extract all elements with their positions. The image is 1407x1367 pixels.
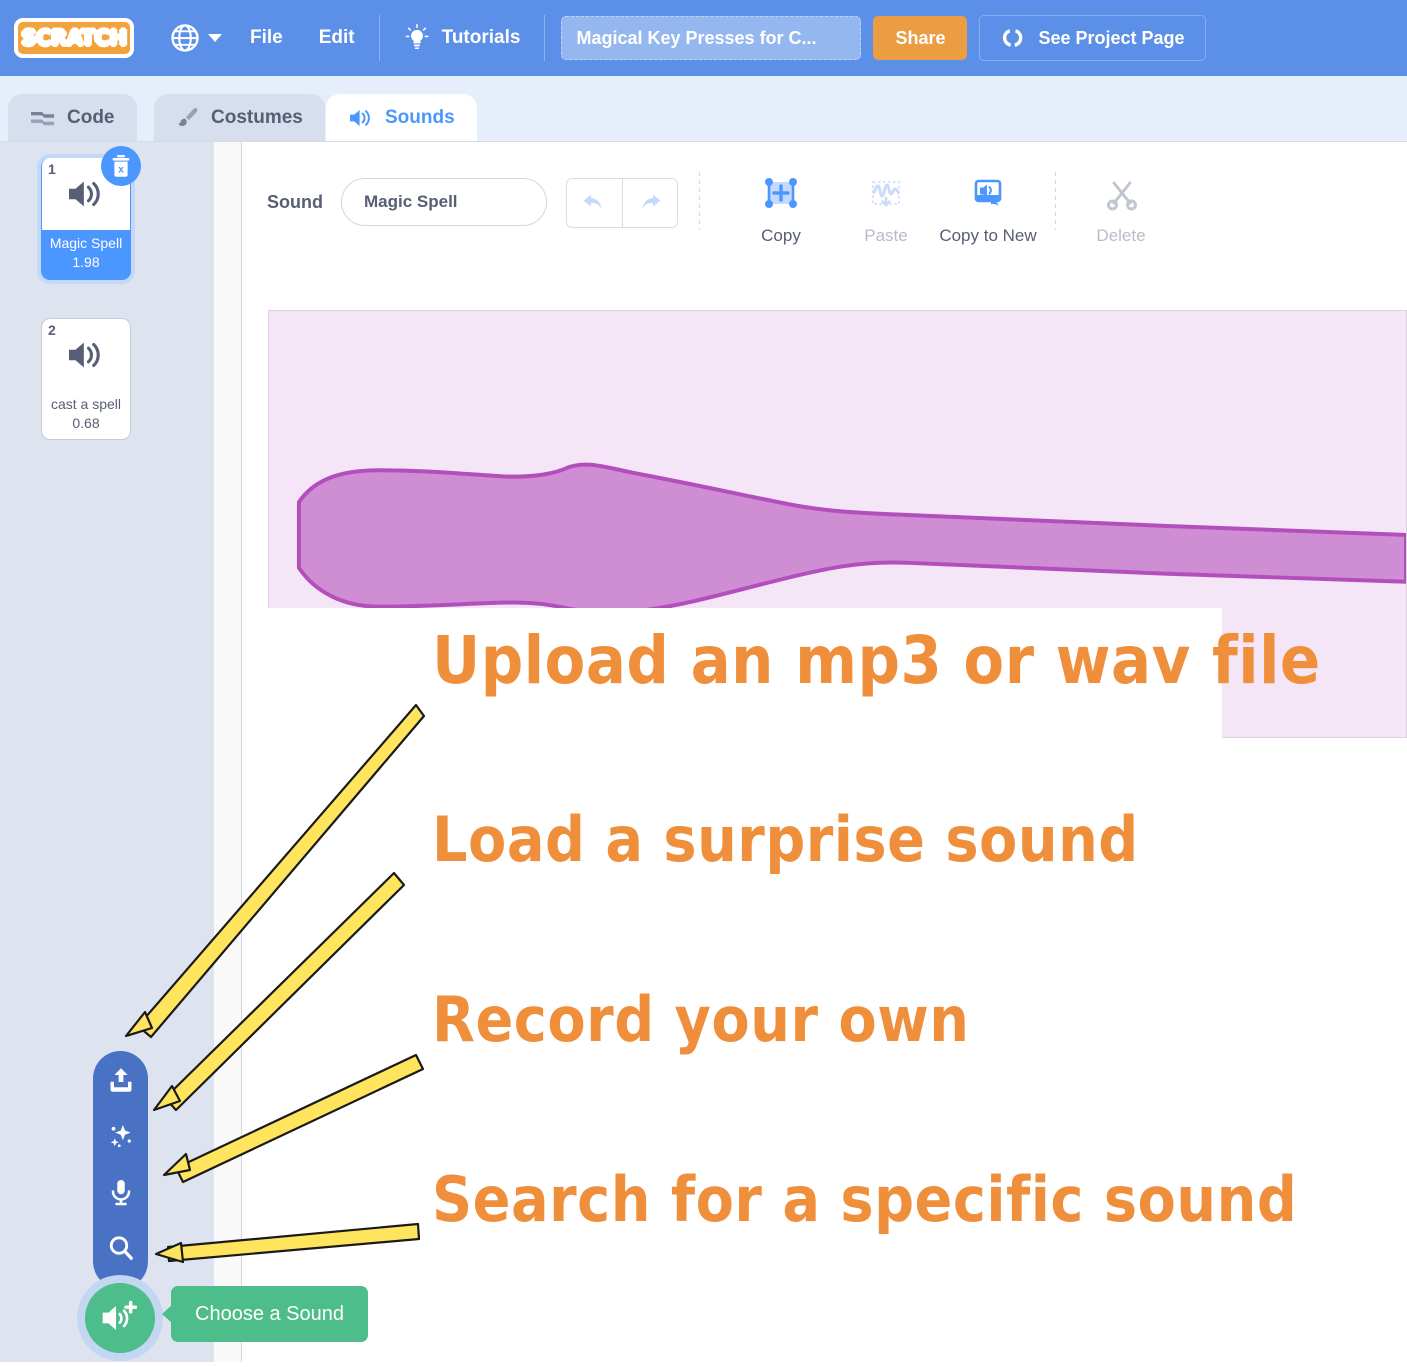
tutorials-label: Tutorials — [442, 27, 521, 49]
delete-label: Delete — [1096, 226, 1145, 246]
speaker-icon — [348, 107, 374, 129]
lightbulb-icon — [404, 23, 430, 53]
copy-to-new-icon — [967, 166, 1009, 222]
tab-code[interactable]: Code — [8, 94, 137, 142]
tab-costumes-label: Costumes — [211, 107, 303, 129]
project-title-field[interactable]: Magical Key Presses for C... — [561, 16, 861, 60]
sound-duration: 1.98 — [72, 253, 99, 272]
speaker-plus-icon — [100, 1300, 140, 1336]
chevron-down-icon — [208, 34, 222, 42]
menu-item-file[interactable]: File — [232, 0, 301, 76]
tab-costumes[interactable]: Costumes — [154, 94, 325, 142]
scratch-logo[interactable]: SCRATCH — [14, 18, 134, 58]
tab-sounds-label: Sounds — [385, 107, 455, 129]
language-menu[interactable] — [156, 0, 232, 76]
undo-button[interactable] — [567, 179, 622, 227]
globe-icon — [170, 23, 200, 53]
selector-scrollbar[interactable] — [214, 142, 242, 1362]
copy-to-new-button[interactable]: Copy to New — [928, 166, 1048, 246]
speaker-icon — [62, 338, 110, 372]
scratch-logo-text: SCRATCH — [21, 26, 126, 50]
choose-a-sound-tooltip[interactable]: Choose a Sound — [171, 1286, 368, 1342]
see-project-page-button[interactable]: See Project Page — [979, 15, 1205, 61]
sound-list-item-2[interactable]: 2 cast a spell 0.68 — [41, 318, 131, 440]
copy-selection-icon — [760, 166, 802, 222]
folder-arrow-icon — [1000, 26, 1024, 50]
copy-label: Copy — [761, 226, 801, 246]
undo-redo-group — [566, 178, 678, 228]
microphone-icon — [106, 1177, 136, 1207]
svg-text:x: x — [118, 164, 124, 175]
tab-code-label: Code — [67, 107, 115, 129]
scissors-icon — [1100, 166, 1142, 222]
share-button[interactable]: Share — [873, 16, 967, 60]
paste-selection-icon — [865, 166, 907, 222]
redo-button[interactable] — [623, 179, 678, 227]
redo-arrow-icon — [636, 191, 664, 215]
undo-arrow-icon — [580, 191, 608, 215]
tutorials-button[interactable]: Tutorials — [386, 0, 539, 76]
upload-icon — [106, 1065, 136, 1095]
see-project-page-label: See Project Page — [1038, 28, 1184, 49]
sound-list-item-1[interactable]: x 1 Magic Spell 1.98 — [41, 158, 131, 280]
sound-duration: 0.68 — [72, 414, 99, 433]
add-sound-button-halo — [77, 1275, 163, 1361]
copy-to-new-label: Copy to New — [939, 226, 1036, 246]
code-blocks-icon — [30, 108, 56, 128]
speaker-icon — [62, 177, 110, 211]
sound-name: Magic Spell — [50, 234, 122, 253]
menu-bar: SCRATCH File Edit Tutorials — [0, 0, 1407, 76]
tab-sounds[interactable]: Sounds — [326, 94, 477, 142]
delete-button[interactable]: Delete — [1061, 166, 1181, 246]
add-sound-button[interactable] — [85, 1283, 155, 1353]
upload-sound-button[interactable] — [104, 1063, 138, 1097]
toolbar-divider-2 — [1055, 172, 1056, 230]
sound-label: Sound — [267, 192, 323, 213]
paintbrush-icon — [176, 106, 200, 130]
delete-sound-badge[interactable]: x — [101, 146, 141, 186]
sound-editor-pane: Sound Copy — [243, 142, 1407, 1362]
menu-divider-1 — [379, 15, 380, 61]
sparkles-icon — [106, 1121, 136, 1151]
search-sound-button[interactable] — [104, 1231, 138, 1265]
sound-name-row: Sound — [267, 178, 547, 226]
trash-icon: x — [110, 154, 132, 178]
sound-index: 2 — [48, 322, 56, 338]
record-sound-button[interactable] — [104, 1175, 138, 1209]
sound-thumbnail: 2 — [42, 319, 130, 391]
paste-label: Paste — [864, 226, 907, 246]
magnifier-icon — [106, 1233, 136, 1263]
copy-button[interactable]: Copy — [721, 166, 841, 246]
sound-name: cast a spell — [51, 395, 121, 414]
sound-index: 1 — [48, 161, 56, 177]
tab-bar: Code Costumes Sounds — [0, 76, 1407, 142]
surprise-sound-button[interactable] — [104, 1119, 138, 1153]
sound-name-input[interactable] — [341, 178, 547, 226]
annotation-whiteout — [243, 608, 1222, 741]
menu-item-edit[interactable]: Edit — [301, 0, 373, 76]
add-sound-menu — [93, 1051, 148, 1289]
menu-divider-2 — [544, 15, 545, 61]
toolbar-divider-1 — [699, 172, 700, 230]
